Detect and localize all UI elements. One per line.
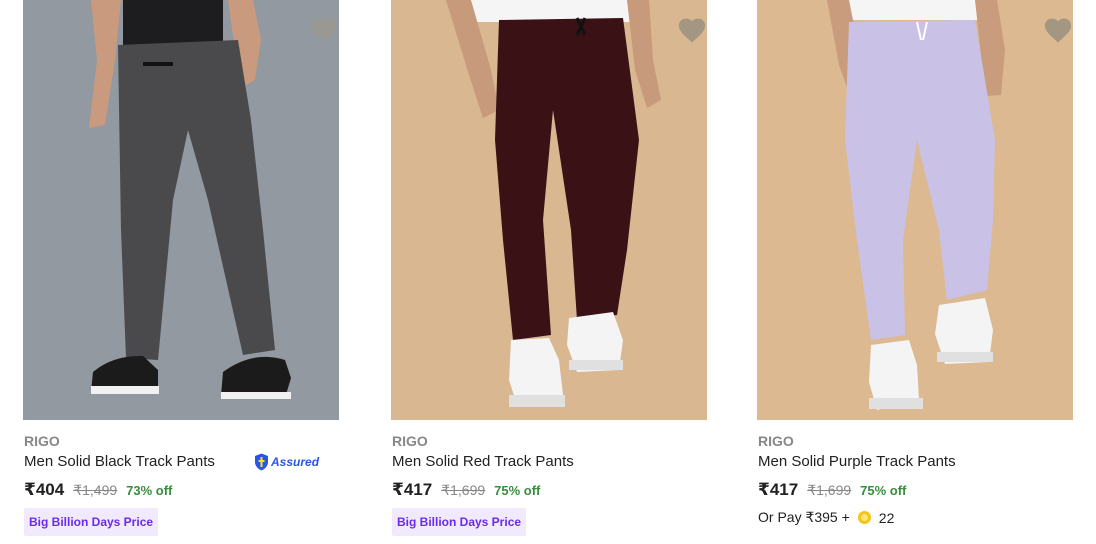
- product-card[interactable]: RIGO Men Solid Black Track Pants Assured…: [23, 0, 363, 544]
- selling-price: ₹417: [392, 480, 433, 499]
- price-row: ₹404 ₹1,499 73% off: [24, 480, 172, 500]
- supercoin-count: 22: [878, 509, 895, 526]
- product-image[interactable]: [757, 0, 1073, 420]
- product-title[interactable]: Men Solid Red Track Pants: [392, 453, 574, 470]
- heart-icon[interactable]: [309, 16, 339, 44]
- product-title[interactable]: Men Solid Black Track Pants: [24, 453, 215, 470]
- discount: 75% off: [860, 483, 907, 498]
- or-pay-text: Or Pay ₹395 +: [758, 509, 850, 525]
- supercoin-offer: Or Pay ₹395 + 22: [758, 509, 894, 526]
- product-image[interactable]: [23, 0, 339, 420]
- brand-name: RIGO: [392, 433, 428, 449]
- product-image[interactable]: [391, 0, 707, 420]
- price-row: ₹417 ₹1,699 75% off: [392, 480, 540, 500]
- assured-shield-icon: [255, 453, 268, 471]
- product-card[interactable]: RIGO Men Solid Red Track Pants ₹417 ₹1,6…: [391, 0, 731, 544]
- offer-badge: Big Billion Days Price: [392, 508, 527, 536]
- selling-price: ₹404: [24, 480, 65, 499]
- offer-badge: Big Billion Days Price: [24, 508, 159, 536]
- discount: 73% off: [126, 483, 173, 498]
- selling-price: ₹417: [758, 480, 799, 499]
- supercoin-icon: [857, 511, 871, 524]
- assured-label: Assured: [271, 455, 320, 469]
- original-price: ₹1,499: [73, 482, 118, 498]
- discount: 75% off: [494, 483, 541, 498]
- brand-name: RIGO: [758, 433, 794, 449]
- heart-icon[interactable]: [1043, 16, 1073, 44]
- product-title[interactable]: Men Solid Purple Track Pants: [758, 453, 956, 470]
- brand-name: RIGO: [24, 433, 60, 449]
- heart-icon[interactable]: [677, 16, 707, 44]
- product-card[interactable]: RIGO Men Solid Purple Track Pants ₹417 ₹…: [757, 0, 1096, 544]
- original-price: ₹1,699: [807, 482, 852, 498]
- price-row: ₹417 ₹1,699 75% off: [758, 480, 906, 500]
- assured-badge: Assured: [254, 452, 319, 472]
- original-price: ₹1,699: [441, 482, 486, 498]
